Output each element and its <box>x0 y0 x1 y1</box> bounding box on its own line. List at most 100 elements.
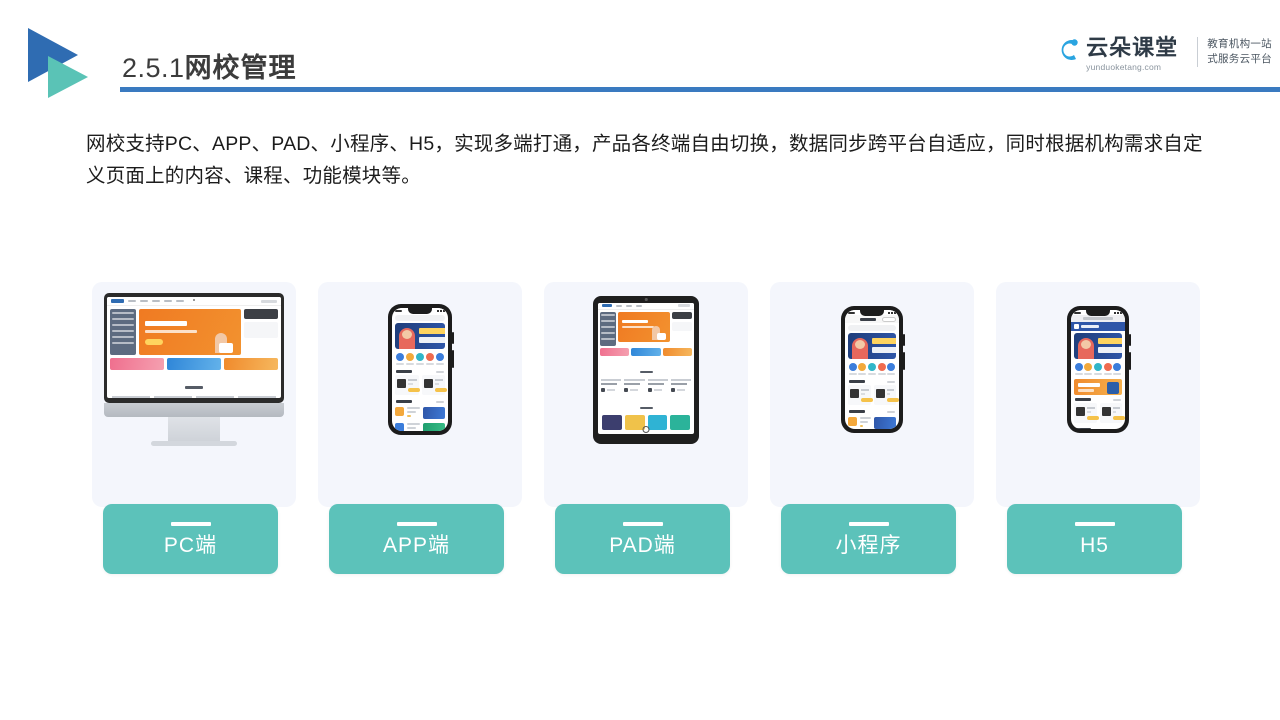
hero-subline <box>145 330 197 333</box>
course-tile[interactable] <box>602 414 622 430</box>
app-hero-banner[interactable] <box>1074 333 1122 359</box>
search-input[interactable] <box>848 325 896 331</box>
quick-entry-item[interactable] <box>416 353 424 365</box>
device-card-pc[interactable]: PC端 <box>92 282 296 574</box>
card-label-app[interactable]: APP端 <box>329 504 504 574</box>
app-hero-banner[interactable] <box>395 323 445 349</box>
course-card[interactable] <box>848 385 873 405</box>
clock-text <box>395 309 402 312</box>
card-label-pad[interactable]: PAD端 <box>555 504 730 574</box>
course-item[interactable] <box>624 378 645 392</box>
website-right-rail <box>672 311 692 346</box>
course-card[interactable] <box>1099 403 1125 423</box>
sidebar-item <box>112 330 134 332</box>
course-item[interactable] <box>670 378 691 392</box>
device-card-miniprogram[interactable]: 小程序 <box>770 282 974 574</box>
quick-entry-item[interactable] <box>1093 363 1102 375</box>
device-mock-phone <box>318 282 522 457</box>
course-tile[interactable] <box>670 414 690 430</box>
course-item[interactable] <box>154 396 192 398</box>
browser-address-bar[interactable] <box>1071 315 1125 322</box>
course-list-item[interactable] <box>845 415 899 429</box>
quick-entry-item[interactable] <box>887 363 896 375</box>
promo-card[interactable] <box>631 347 661 356</box>
card-label-pc[interactable]: PC端 <box>103 504 278 574</box>
course-item[interactable] <box>112 396 150 398</box>
quick-entry-item[interactable] <box>436 353 444 365</box>
course-item[interactable] <box>601 378 622 392</box>
course-row <box>1071 403 1125 426</box>
quick-entry-item[interactable] <box>867 363 876 375</box>
promo-card[interactable] <box>167 358 221 370</box>
device-card-pad[interactable]: PAD端 <box>544 282 748 574</box>
course-tile[interactable] <box>647 414 668 430</box>
quick-entry-item[interactable] <box>406 353 414 365</box>
hero-cta-button[interactable] <box>145 339 163 345</box>
monitor-stand <box>168 417 220 441</box>
course-card[interactable] <box>1074 403 1099 423</box>
slide-root: 2.5.1 网校管理 云朵课堂 yunduoketang.com 教育机构一站 … <box>0 0 1280 720</box>
card-label-miniprogram[interactable]: 小程序 <box>781 504 956 574</box>
device-card-h5[interactable]: H5 <box>996 282 1200 574</box>
device-card-app[interactable]: APP端 <box>318 282 522 574</box>
brand-tagline: 教育机构一站 式服务云平台 <box>1207 37 1272 67</box>
search-input[interactable] <box>395 315 445 321</box>
quick-entry-item[interactable] <box>1074 363 1083 375</box>
promo-card[interactable] <box>600 347 630 356</box>
quick-entry-item[interactable] <box>858 363 867 375</box>
banner-subline <box>872 347 896 353</box>
course-list-item[interactable] <box>392 421 448 431</box>
website-body <box>107 306 281 358</box>
home-button-icon[interactable] <box>642 425 650 433</box>
promo-card[interactable] <box>224 358 278 370</box>
website-promo-row <box>598 347 694 358</box>
device-mock-tablet <box>544 282 748 457</box>
nav-link <box>164 300 172 302</box>
promo-card[interactable] <box>662 347 692 356</box>
slide-header: 2.5.1 网校管理 云朵课堂 yunduoketang.com 教育机构一站 … <box>0 0 1280 110</box>
quick-entry-item[interactable] <box>848 363 857 375</box>
tablet-screen-content <box>598 302 694 434</box>
course-card[interactable] <box>873 385 899 405</box>
promo-banner[interactable] <box>1074 379 1122 395</box>
quick-entry-item[interactable] <box>1113 363 1122 375</box>
course-list <box>107 396 281 398</box>
card-label-text: APP端 <box>382 534 451 557</box>
clock-text <box>848 311 855 314</box>
course-card[interactable] <box>421 375 447 395</box>
section-header <box>1071 426 1125 429</box>
teacher-avatar <box>672 311 692 319</box>
miniprogram-capsule-button[interactable] <box>882 316 896 322</box>
promo-card[interactable] <box>110 358 164 370</box>
course-item[interactable] <box>196 396 234 398</box>
quick-entry-item[interactable] <box>1103 363 1112 375</box>
course-card[interactable] <box>395 375 420 395</box>
quick-entry-item[interactable] <box>396 353 404 365</box>
webcam-icon <box>193 298 195 301</box>
brand-logo-left: 云朵课堂 yunduoketang.com <box>1050 32 1188 72</box>
section-header <box>392 398 448 405</box>
website-promo-row <box>107 358 281 373</box>
course-list-item[interactable] <box>392 405 448 421</box>
website-body <box>598 310 694 348</box>
course-item[interactable] <box>238 396 276 398</box>
course-item[interactable] <box>647 378 668 392</box>
app-logo-icon <box>1074 324 1079 329</box>
card-label-h5[interactable]: H5 <box>1007 504 1182 574</box>
phone-notch <box>408 308 432 314</box>
app-hero-banner[interactable] <box>848 333 896 359</box>
phone-icon <box>388 304 454 435</box>
status-icons <box>1114 311 1122 314</box>
banner-subline <box>419 337 445 343</box>
card-label-text: H5 <box>1080 534 1109 557</box>
brand-logo: 云朵课堂 yunduoketang.com 教育机构一站 式服务云平台 <box>1050 32 1272 72</box>
nav-link <box>140 300 148 302</box>
quick-entry-item[interactable] <box>426 353 434 365</box>
course-tile[interactable] <box>624 414 645 430</box>
phone-notch <box>1086 310 1110 316</box>
quick-entry-item[interactable] <box>877 363 886 375</box>
sidebar-item <box>112 336 134 338</box>
brand-name-en: yunduoketang.com <box>1086 62 1162 72</box>
triangle-teal-icon <box>48 56 88 98</box>
quick-entry-item[interactable] <box>1084 363 1093 375</box>
